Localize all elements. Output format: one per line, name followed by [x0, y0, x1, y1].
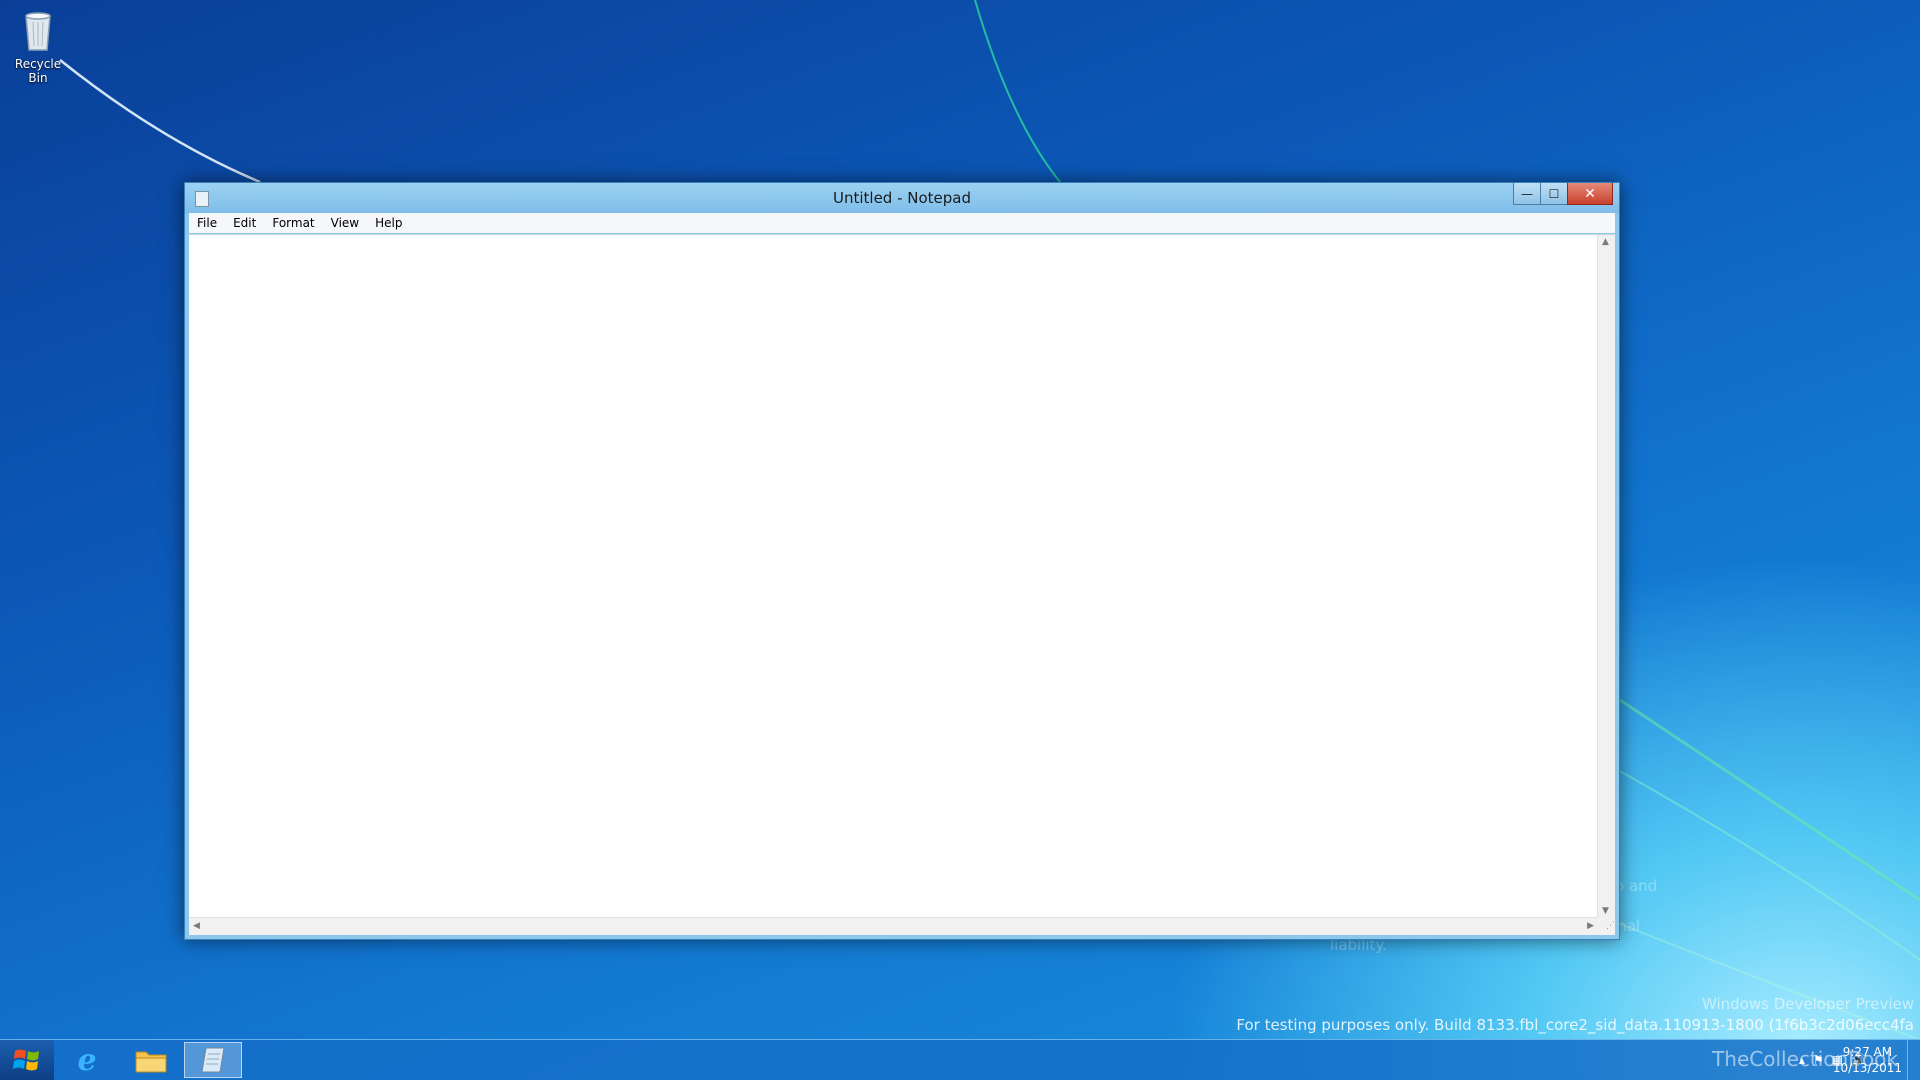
taskbar-internet-explorer[interactable]: e — [58, 1042, 116, 1078]
clock-time: 9:27 AM — [1842, 1045, 1893, 1059]
menu-bar: File Edit Format View Help — [189, 213, 1615, 233]
menu-view[interactable]: View — [323, 213, 367, 233]
minimize-button[interactable]: — — [1513, 183, 1541, 205]
title-bar[interactable]: Untitled - Notepad — ☐ ✕ — [185, 183, 1619, 213]
flag-icon[interactable]: ⚑ — [1813, 1053, 1824, 1067]
scroll-right-icon[interactable]: ▶ — [1587, 921, 1594, 931]
start-button[interactable] — [0, 1040, 54, 1080]
menu-file[interactable]: File — [189, 213, 225, 233]
taskbar-notepad[interactable] — [184, 1042, 242, 1078]
menu-edit[interactable]: Edit — [225, 213, 264, 233]
clock-date: 10/13/2011 — [1832, 1061, 1902, 1075]
show-hidden-icons-icon[interactable]: ▴ — [1799, 1053, 1805, 1067]
window-controls: — ☐ ✕ — [1513, 183, 1613, 205]
build-watermark: Windows Developer Preview For testing pu… — [1236, 994, 1914, 1036]
internet-explorer-icon: e — [77, 1042, 97, 1078]
taskbar: e TheCollectionBook ▴ ⚑ ▦ 🔊 9:27 AM 10/1… — [0, 1039, 1920, 1080]
edition-label: Windows Developer Preview — [1701, 995, 1914, 1013]
taskbar-file-explorer[interactable] — [122, 1042, 180, 1078]
folder-icon — [135, 1051, 167, 1073]
scroll-up-icon[interactable]: ▲ — [1602, 237, 1609, 247]
windows-logo-icon — [13, 1049, 39, 1071]
recycle-bin[interactable]: Recycle Bin — [4, 6, 72, 85]
editor-area: ▲ ▼ ◀ ▶ ⋰ — [189, 234, 1615, 935]
maximize-button[interactable]: ☐ — [1540, 183, 1568, 205]
scroll-down-icon[interactable]: ▼ — [1602, 906, 1609, 916]
notepad-window: Untitled - Notepad — ☐ ✕ File Edit Forma… — [184, 182, 1620, 940]
window-title: Untitled - Notepad — [832, 189, 972, 207]
scroll-left-icon[interactable]: ◀ — [193, 921, 200, 931]
menu-help[interactable]: Help — [367, 213, 410, 233]
resize-grip-icon[interactable]: ⋰ — [1598, 918, 1615, 935]
close-button[interactable]: ✕ — [1567, 183, 1613, 205]
text-editor[interactable] — [189, 235, 1598, 918]
recycle-bin-label: Recycle Bin — [14, 57, 62, 85]
show-desktop-button[interactable] — [1907, 1040, 1920, 1080]
build-label: For testing purposes only. Build 8133.fb… — [1236, 1016, 1914, 1034]
recycle-bin-icon — [25, 12, 51, 51]
notepad-icon — [201, 1047, 225, 1073]
menu-format[interactable]: Format — [264, 213, 322, 233]
clock[interactable]: 9:27 AM 10/13/2011 — [1833, 1044, 1902, 1076]
vertical-scrollbar[interactable]: ▲ ▼ — [1597, 235, 1615, 918]
horizontal-scrollbar[interactable]: ◀ ▶ — [189, 917, 1598, 935]
